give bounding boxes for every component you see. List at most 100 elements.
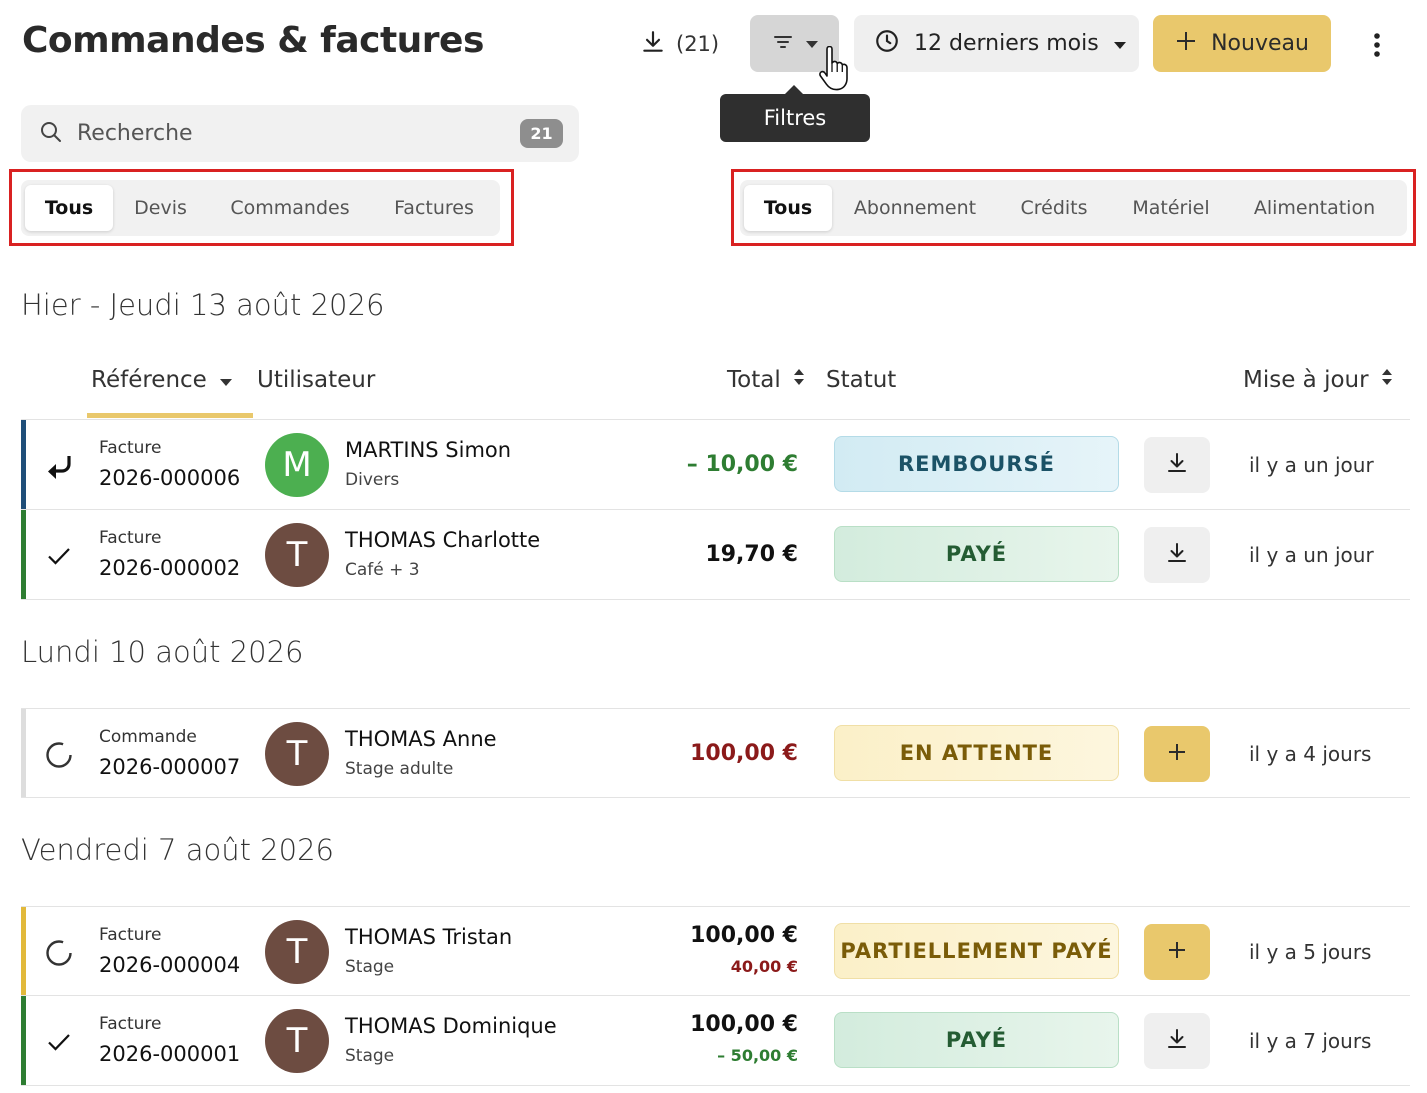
sort-indicator <box>87 413 253 418</box>
search-placeholder: Recherche <box>77 121 193 146</box>
search-icon <box>39 120 63 148</box>
category-tab-credits[interactable]: Crédits <box>998 185 1110 231</box>
page-title: Commandes & factures <box>22 20 484 61</box>
download-button[interactable] <box>1144 1013 1210 1069</box>
download-icon <box>640 29 666 60</box>
filter-icon <box>771 30 795 58</box>
document-type: Facture <box>99 528 162 548</box>
category-tab-equipment[interactable]: Matériel <box>1110 185 1232 231</box>
avatar: M <box>265 433 329 497</box>
download-icon <box>1165 541 1189 569</box>
pending-spinner-icon <box>43 739 75 771</box>
clock-icon <box>874 28 900 60</box>
refund-amount: – 50,00 € <box>717 1046 798 1065</box>
type-tabs: Tous Devis Commandes Factures <box>21 180 500 236</box>
item-description: Divers <box>345 470 400 490</box>
user-name: THOMAS Dominique <box>345 1014 557 1038</box>
total-amount: 19,70 € <box>705 542 798 567</box>
column-label: Référence <box>91 367 207 393</box>
add-payment-button[interactable] <box>1144 726 1210 782</box>
column-header-total[interactable]: Total <box>727 360 805 400</box>
total-amount: 100,00 € <box>690 741 798 766</box>
item-description: Café + 3 <box>345 560 420 580</box>
avatar: T <box>265 523 329 587</box>
hand-cursor-icon <box>818 45 850 96</box>
status-badge: EN ATTENTE <box>834 725 1119 781</box>
column-header-updated[interactable]: Mise à jour <box>1243 360 1393 400</box>
status-bar <box>21 510 26 599</box>
pending-spinner-icon <box>43 937 75 969</box>
status-badge: REMBOURSÉ <box>834 436 1119 492</box>
reference-number: 2026-000004 <box>99 953 241 977</box>
user-name: THOMAS Charlotte <box>345 528 541 552</box>
more-options-icon[interactable] <box>1362 25 1392 65</box>
avatar: T <box>265 920 329 984</box>
table-row[interactable]: Facture 2026-000006 M MARTINS Simon Dive… <box>21 420 1410 510</box>
download-button[interactable] <box>1144 527 1210 583</box>
check-icon <box>43 540 75 572</box>
download-icon <box>1165 1027 1189 1055</box>
caret-down-icon <box>219 367 233 393</box>
chevron-down-icon <box>1113 31 1127 56</box>
status-bar <box>21 996 26 1085</box>
avatar: T <box>265 1009 329 1073</box>
add-payment-button[interactable] <box>1144 924 1210 980</box>
table-row[interactable]: Facture 2026-000002 T THOMAS Charlotte C… <box>21 510 1410 600</box>
document-type: Facture <box>99 438 162 458</box>
search-input[interactable]: Recherche 21 <box>21 105 579 162</box>
check-icon <box>43 1026 75 1058</box>
type-tab-orders[interactable]: Commandes <box>208 185 372 231</box>
refund-arrow-icon <box>43 450 75 482</box>
updated-time: il y a un jour <box>1249 453 1374 477</box>
status-badge: PARTIELLEMENT PAYÉ <box>834 923 1119 979</box>
total-amount: 100,00 € <box>690 923 798 948</box>
status-badge: PAYÉ <box>834 1012 1119 1068</box>
remaining-amount: 40,00 € <box>730 957 798 976</box>
table-row[interactable]: Facture 2026-000001 T THOMAS Dominique S… <box>21 996 1410 1086</box>
type-tab-quotes[interactable]: Devis <box>113 185 208 231</box>
group-title: Vendredi 7 août 2026 <box>21 833 334 867</box>
item-description: Stage adulte <box>345 759 454 779</box>
category-tabs: Tous Abonnement Crédits Matériel Aliment… <box>740 180 1407 236</box>
column-header-reference[interactable]: Référence <box>91 360 233 400</box>
category-tab-all[interactable]: Tous <box>744 185 832 231</box>
export-count: (21) <box>676 32 720 56</box>
table-row[interactable]: Facture 2026-000004 T THOMAS Tristan Sta… <box>21 906 1410 996</box>
item-description: Stage <box>345 957 395 977</box>
group-title: Hier - Jeudi 13 août 2026 <box>21 288 385 322</box>
item-description: Stage <box>345 1046 395 1066</box>
type-tab-all[interactable]: Tous <box>25 185 113 231</box>
column-label: Total <box>727 367 781 393</box>
reference-number: 2026-000007 <box>99 755 241 779</box>
status-badge: PAYÉ <box>834 526 1119 582</box>
total-amount: 100,00 € <box>690 1012 798 1037</box>
avatar: T <box>265 722 329 786</box>
type-tab-invoices[interactable]: Factures <box>372 185 496 231</box>
download-icon <box>1165 451 1189 479</box>
sort-icon <box>1381 367 1393 393</box>
plus-icon <box>1175 30 1197 58</box>
user-name: THOMAS Tristan <box>345 925 513 949</box>
status-bar <box>21 709 26 797</box>
column-label: Statut <box>826 367 897 393</box>
status-bar <box>21 907 26 995</box>
user-name: THOMAS Anne <box>345 727 497 751</box>
reference-number: 2026-000001 <box>99 1042 241 1066</box>
period-select[interactable]: 12 derniers mois <box>854 15 1139 72</box>
export-button[interactable]: (21) <box>632 22 727 66</box>
updated-time: il y a 4 jours <box>1249 742 1372 766</box>
updated-time: il y a 7 jours <box>1249 1029 1372 1053</box>
reference-number: 2026-000006 <box>99 466 241 490</box>
total-amount: – 10,00 € <box>686 452 798 477</box>
period-label: 12 derniers mois <box>914 31 1099 56</box>
reference-number: 2026-000002 <box>99 556 241 580</box>
updated-time: il y a 5 jours <box>1249 940 1372 964</box>
table-row[interactable]: Commande 2026-000007 T THOMAS Anne Stage… <box>21 708 1410 798</box>
download-button[interactable] <box>1144 437 1210 493</box>
new-button[interactable]: Nouveau <box>1153 15 1331 72</box>
plus-icon <box>1167 940 1187 964</box>
document-type: Facture <box>99 925 162 945</box>
category-tab-subscription[interactable]: Abonnement <box>832 185 998 231</box>
column-header-user: Utilisateur <box>257 360 375 400</box>
category-tab-food[interactable]: Alimentation <box>1232 185 1397 231</box>
